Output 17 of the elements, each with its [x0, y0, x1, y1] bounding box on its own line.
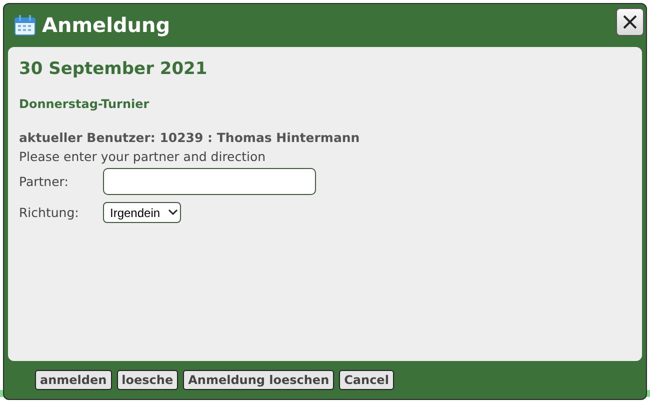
action-button[interactable]: Anmeldung loeschen: [183, 370, 334, 390]
close-button[interactable]: [616, 8, 644, 36]
partner-field[interactable]: [103, 168, 316, 195]
instruction-text: Please enter your partner and direction: [19, 149, 267, 164]
action-button[interactable]: anmelden: [35, 370, 112, 390]
action-button[interactable]: Cancel: [339, 370, 394, 390]
field-label: Partner:: [19, 174, 70, 189]
close-icon: [622, 14, 638, 30]
direction-dropdown[interactable]: Irgendein: [103, 202, 182, 223]
action-button[interactable]: loesche: [116, 370, 178, 390]
date-heading: 30 September 2021: [19, 59, 208, 79]
window-title: Anmeldung: [42, 12, 170, 36]
field-label: Richtung:: [19, 205, 80, 220]
chevron-icon: [168, 209, 178, 216]
calendar-icon: [14, 14, 36, 36]
event-name: Donnerstag-Turnier: [19, 97, 150, 111]
current-user: aktueller Benutzer: 10239 : Thomas Hintermann: [19, 130, 361, 145]
